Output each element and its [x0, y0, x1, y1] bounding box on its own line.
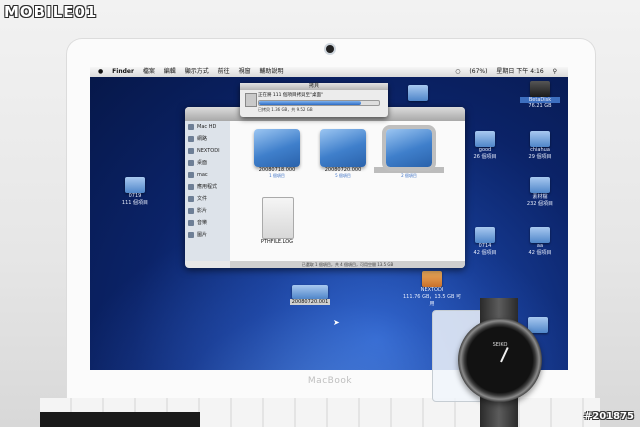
- desktop-icon-label: 20080720.001: [290, 299, 330, 305]
- finder-item-sub: 5 個項目: [335, 173, 351, 178]
- finder-sidebar: Mac HD 網路 NEXTODI 桌面 mac 應用程式 文件 影片 音樂 圖…: [185, 121, 230, 261]
- finder-item-20080718[interactable]: 20080718.000 1 個項目: [242, 129, 312, 179]
- macbook-brand: MacBook: [307, 376, 353, 386]
- desktop-folder-good[interactable]: good 26 個項目: [465, 131, 505, 160]
- finder-item-20080720-000[interactable]: 20080720.000 5 個項目: [308, 129, 378, 179]
- desktop-folder-top[interactable]: [408, 85, 428, 101]
- menu-view[interactable]: 顯示方式: [185, 68, 209, 75]
- desktop-folder-0714[interactable]: 0714 42 個項目: [465, 227, 505, 256]
- menu-bar: ● Finder 檔案 編輯 顯示方式 前往 視窗 輔助說明 ○ (67%) 星…: [90, 67, 568, 77]
- folder-icon: [292, 285, 328, 299]
- sidebar-item-applications[interactable]: 應用程式: [185, 181, 230, 193]
- finder-item-label: PTHFILE.LOG: [260, 239, 294, 245]
- finder-status-bar: 已選取 1 個項目，共 4 個項目，可用空間 13.5 GB: [230, 261, 465, 268]
- folder-icon: [475, 227, 495, 243]
- folder-icon: [530, 131, 550, 147]
- desktop-icon-sub: 111.76 GB，13.5 GB 可用: [402, 294, 461, 307]
- sidebar-item-network[interactable]: 網路: [185, 133, 230, 145]
- sidebar-item-machd[interactable]: Mac HD: [185, 121, 230, 133]
- apple-menu-icon[interactable]: ●: [98, 67, 103, 77]
- battery-status[interactable]: (67%): [469, 68, 487, 75]
- desktop-icon-label: 素材檔: [532, 194, 548, 200]
- folder-icon: [528, 317, 548, 333]
- desktop-icon-sub: 29 個項目: [528, 154, 552, 160]
- isight-camera: [326, 45, 334, 53]
- mobile01-logo: MOBILE01: [4, 3, 98, 21]
- desktop-drive-betadisk[interactable]: BetaDisk 76.21 GB: [520, 81, 560, 109]
- mouse-cursor-icon: ➤: [333, 318, 340, 327]
- copy-dialog-text: 正在將 111 個項目拷貝至"桌面": [258, 93, 324, 98]
- desktop-icon-sub: 42 個項目: [528, 250, 552, 256]
- drive-icon: [422, 271, 442, 287]
- menu-clock[interactable]: 星期日 下午 4:16: [496, 68, 543, 75]
- finder-item-pthfile[interactable]: PTHFILE.LOG: [242, 197, 312, 245]
- sidebar-item-pictures[interactable]: 圖片: [185, 229, 230, 241]
- desktop-folder-20080720[interactable]: 20080720.001: [290, 285, 330, 305]
- desktop-icon-sub: 76.21 GB: [528, 103, 552, 109]
- finder-window[interactable]: Mac HD 網路 NEXTODI 桌面 mac 應用程式 文件 影片 音樂 圖…: [185, 107, 465, 268]
- wifi-icon[interactable]: ○: [455, 68, 460, 75]
- desktop-folder-0719[interactable]: 0719 111 個項目: [115, 177, 155, 206]
- folder-icon: [254, 129, 300, 167]
- copy-progress-dialog[interactable]: 拷貝 正在將 111 個項目拷貝至"桌面" 已拷貝 1.36 GB，共 9.52…: [240, 83, 388, 117]
- dark-object: [40, 412, 200, 427]
- sidebar-item-home[interactable]: mac: [185, 169, 230, 181]
- folder-icon: [320, 129, 366, 167]
- folder-icon: [530, 227, 550, 243]
- copy-dialog-subtext: 已拷貝 1.36 GB，共 9.52 GB: [258, 107, 313, 112]
- sidebar-item-nextodi[interactable]: NEXTODI: [185, 145, 230, 157]
- folder-icon: [475, 131, 495, 147]
- desktop-folder-chiahua[interactable]: chiahua 29 個項目: [520, 131, 560, 160]
- menu-file[interactable]: 檔案: [143, 68, 155, 75]
- menu-help[interactable]: 輔助說明: [260, 68, 284, 75]
- finder-item-sub: 2 個項目: [401, 173, 417, 178]
- desktop-icon-sub: 26 個項目: [473, 154, 497, 160]
- desktop-folder-aa[interactable]: aa 42 個項目: [520, 227, 560, 256]
- copy-file-icon: [245, 93, 257, 107]
- sidebar-item-movies[interactable]: 影片: [185, 205, 230, 217]
- menu-go[interactable]: 前往: [218, 68, 230, 75]
- desktop-icon-sub: 232 個項目: [526, 201, 554, 207]
- folder-icon: [382, 125, 436, 171]
- menu-edit[interactable]: 編輯: [164, 68, 176, 75]
- menu-window[interactable]: 視窗: [239, 68, 251, 75]
- desktop-folder-material[interactable]: 素材檔 232 個項目: [520, 177, 560, 207]
- sidebar-item-music[interactable]: 音樂: [185, 217, 230, 229]
- copy-progress-bar: [258, 100, 380, 106]
- finder-file-area: 20080718.000 1 個項目 20080720.000 5 個項目 20…: [230, 121, 465, 261]
- desktop-folder-bottom[interactable]: [528, 317, 548, 333]
- folder-icon: [125, 177, 145, 193]
- watermark-number: #201875: [583, 411, 634, 422]
- folder-icon: [408, 85, 428, 101]
- folder-icon: [530, 177, 550, 193]
- desktop-drive-nextodi[interactable]: NEXTODI 111.76 GB，13.5 GB 可用: [402, 271, 462, 307]
- document-icon: [262, 197, 294, 239]
- copy-dialog-title: 拷貝: [240, 83, 388, 90]
- finder-item-20080720-001[interactable]: 20080720.001 2 個項目: [374, 125, 444, 179]
- desktop-icon-sub: 42 個項目: [473, 250, 497, 256]
- copy-progress-fill: [259, 101, 361, 105]
- menu-finder[interactable]: Finder: [112, 68, 134, 75]
- desktop-icon-sub: 111 個項目: [121, 200, 149, 206]
- sidebar-item-documents[interactable]: 文件: [185, 193, 230, 205]
- spotlight-icon[interactable]: ⚲: [553, 68, 557, 75]
- finder-item-sub: 1 個項目: [269, 173, 285, 178]
- harddisk-icon: [530, 81, 550, 97]
- watch-brand: SEIKO: [492, 342, 508, 348]
- sidebar-item-desktop[interactable]: 桌面: [185, 157, 230, 169]
